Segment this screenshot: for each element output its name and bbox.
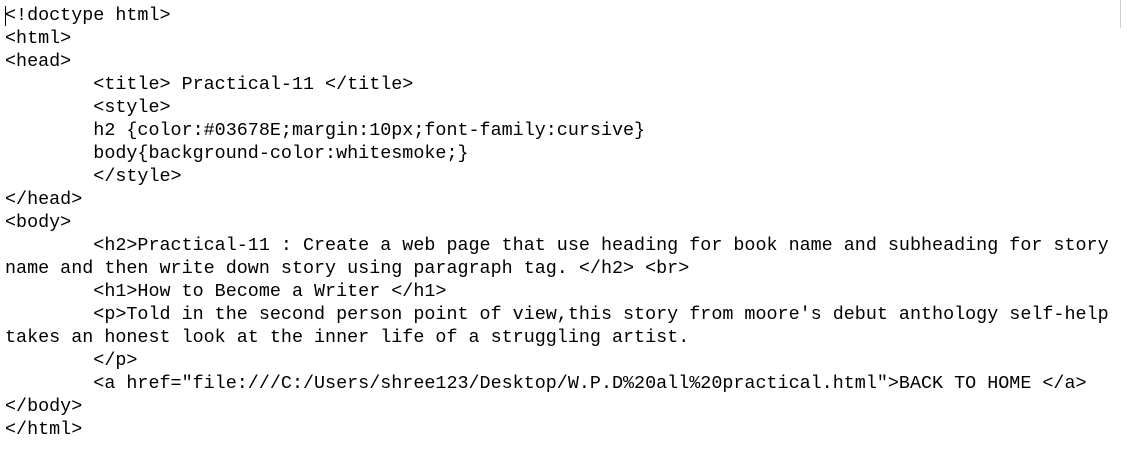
code-line: h2 {color:#03678E;margin:10px;font-famil… (5, 120, 646, 141)
code-line: <style> (5, 97, 171, 118)
scrollbar-edge[interactable] (1120, 0, 1121, 28)
code-line: </p> (5, 350, 138, 371)
code-line: <title> Practical-11 </title> (5, 74, 414, 95)
code-line: <body> (5, 212, 72, 233)
code-line: </html> (5, 419, 83, 440)
text-editor-area[interactable]: <!doctype html> <html> <head> <title> Pr… (0, 0, 1120, 459)
text-caret (5, 6, 6, 26)
code-line: <h2>Practical-11 : Create a web page tha… (5, 235, 1109, 256)
code-line: <a href="file:///C:/Users/shree123/Deskt… (5, 373, 1087, 394)
code-line: <p>Told in the second person point of vi… (5, 304, 1109, 325)
code-line: </style> (5, 166, 182, 187)
code-line: <h1>How to Become a Writer </h1> (5, 281, 447, 302)
code-line: name and then write down story using par… (5, 258, 690, 279)
code-line: <head> (5, 51, 72, 72)
code-line: <!doctype html> (5, 5, 171, 26)
code-line: </body> (5, 396, 83, 417)
code-line: <html> (5, 28, 72, 49)
code-line: body{background-color:whitesmoke;} (5, 143, 469, 164)
code-line: </head> (5, 189, 83, 210)
code-line: takes an honest look at the inner life o… (5, 327, 690, 348)
